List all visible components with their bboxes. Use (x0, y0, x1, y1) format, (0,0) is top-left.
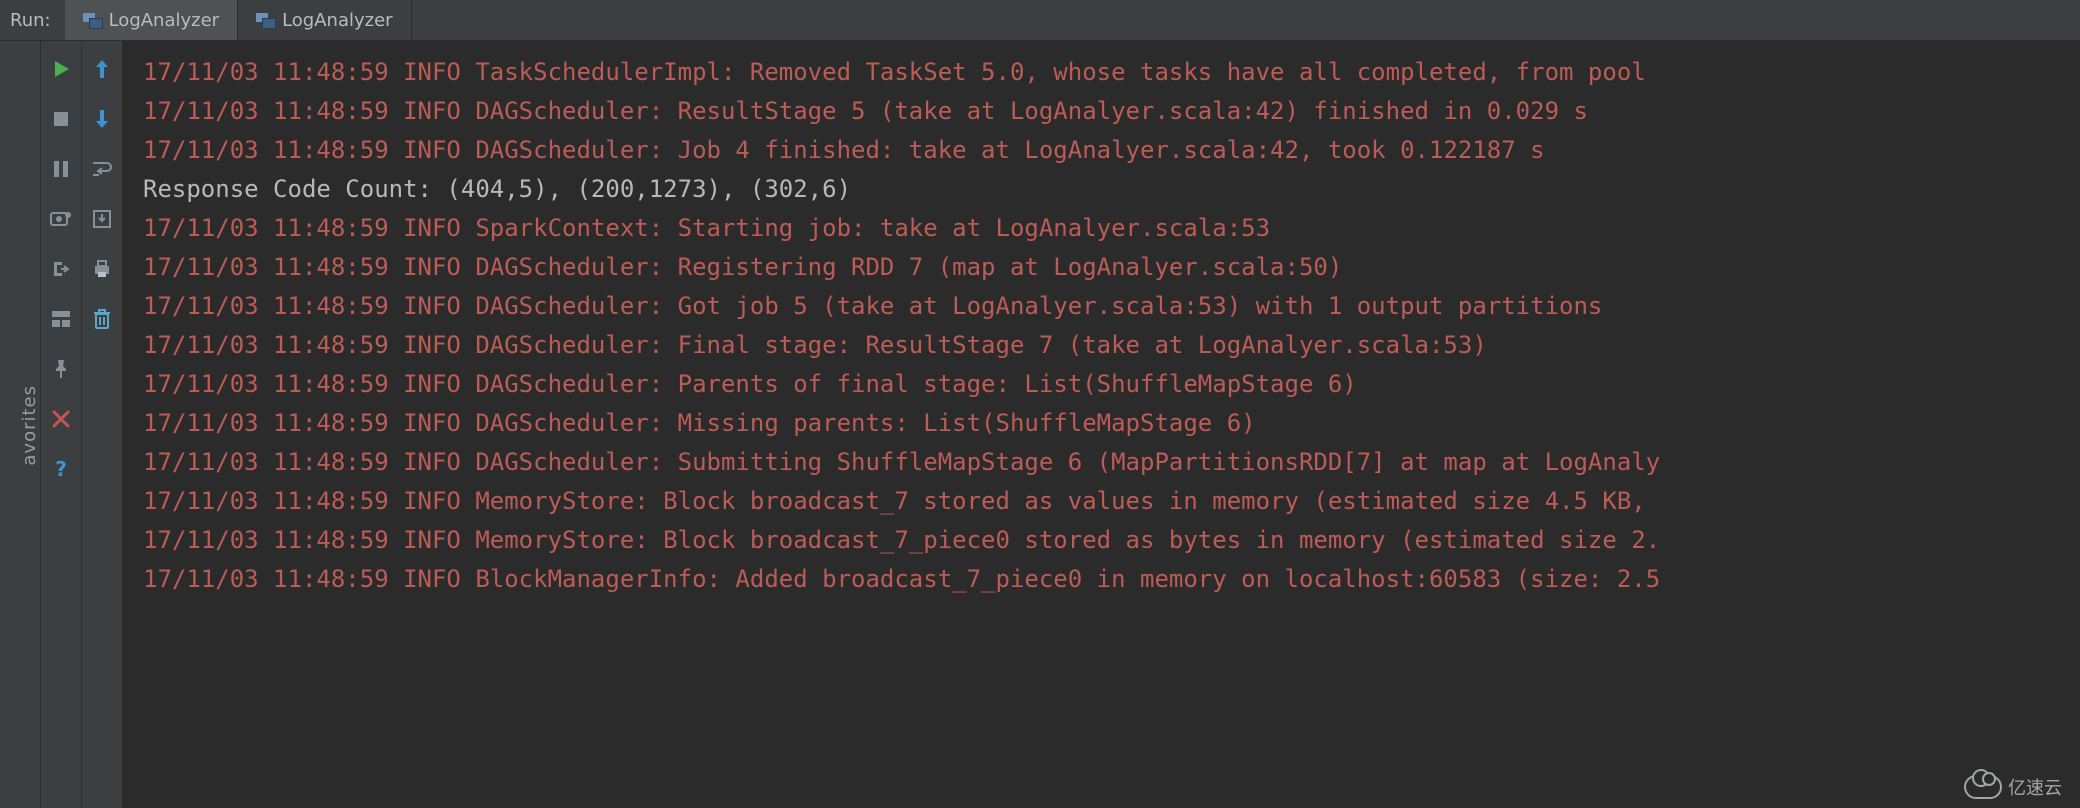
scroll-up-icon (93, 58, 111, 80)
run-tabbar: Run: LogAnalyzer LogAnalyzer (0, 0, 2080, 41)
run-label: Run: (0, 0, 65, 40)
clear-button[interactable] (88, 305, 116, 333)
soft-wrap-icon (91, 160, 113, 178)
layout-icon (51, 310, 71, 328)
rerun-button[interactable] (47, 55, 75, 83)
dump-threads-button[interactable] (47, 205, 75, 233)
pin-button[interactable] (47, 355, 75, 383)
log-line: 17/11/03 11:48:59 INFO DAGScheduler: Par… (143, 365, 2080, 404)
print-icon (92, 259, 112, 279)
scroll-down-icon (93, 108, 111, 130)
layout-button[interactable] (47, 305, 75, 333)
exit-button[interactable] (47, 255, 75, 283)
log-line: 17/11/03 11:48:59 INFO DAGScheduler: Got… (143, 287, 2080, 326)
watermark: 亿速云 (1964, 774, 2062, 800)
exit-icon (51, 259, 71, 279)
console-output[interactable]: 17/11/03 11:48:59 INFO TaskSchedulerImpl… (123, 41, 2080, 808)
side-tab-label: avorites (19, 385, 40, 466)
log-line: Response Code Count: (404,5), (200,1273)… (143, 170, 2080, 209)
log-line: 17/11/03 11:48:59 INFO TaskSchedulerImpl… (143, 53, 2080, 92)
svg-text:?: ? (55, 458, 67, 480)
log-line: 17/11/03 11:48:59 INFO DAGScheduler: Reg… (143, 248, 2080, 287)
toolbar-gutters: ? (41, 41, 123, 808)
toolbar-col-2 (82, 41, 123, 808)
watermark-text: 亿速云 (2008, 774, 2062, 800)
application-icon (256, 13, 274, 27)
run-body: avorites (0, 41, 2080, 808)
log-line: 17/11/03 11:48:59 INFO DAGScheduler: Sub… (143, 443, 2080, 482)
scroll-end-icon (92, 209, 112, 229)
pin-icon (52, 359, 70, 379)
print-button[interactable] (88, 255, 116, 283)
up-trace-button[interactable] (88, 55, 116, 83)
stop-icon (52, 110, 70, 128)
log-line: 17/11/03 11:48:59 INFO DAGScheduler: Job… (143, 131, 2080, 170)
log-line: 17/11/03 11:48:59 INFO MemoryStore: Bloc… (143, 521, 2080, 560)
side-tab-favorites[interactable]: avorites (0, 41, 41, 808)
clear-icon (93, 308, 111, 330)
tab-label: LogAnalyzer (109, 10, 219, 31)
dump-icon (50, 210, 72, 228)
log-line: 17/11/03 11:48:59 INFO DAGScheduler: Fin… (143, 326, 2080, 365)
toolbar-col-1: ? (41, 41, 82, 808)
tab-loganalyzer-1[interactable]: LogAnalyzer (65, 0, 238, 40)
pause-icon (52, 160, 70, 178)
log-line: 17/11/03 11:48:59 INFO DAGScheduler: Res… (143, 92, 2080, 131)
log-line: 17/11/03 11:48:59 INFO DAGScheduler: Mis… (143, 404, 2080, 443)
tab-label: LogAnalyzer (282, 10, 392, 31)
tab-loganalyzer-2[interactable]: LogAnalyzer (238, 0, 411, 40)
scroll-end-button[interactable] (88, 205, 116, 233)
help-button[interactable]: ? (47, 455, 75, 483)
close-button[interactable] (47, 405, 75, 433)
log-line: 17/11/03 11:48:59 INFO MemoryStore: Bloc… (143, 482, 2080, 521)
pause-button[interactable] (47, 155, 75, 183)
close-icon (52, 410, 70, 428)
rerun-icon (51, 59, 71, 79)
log-line: 17/11/03 11:48:59 INFO BlockManagerInfo:… (143, 560, 2080, 599)
cloud-icon (1964, 775, 2002, 799)
stop-button[interactable] (47, 105, 75, 133)
log-line: 17/11/03 11:48:59 INFO SparkContext: Sta… (143, 209, 2080, 248)
application-icon (83, 13, 101, 27)
help-icon: ? (52, 458, 70, 480)
down-trace-button[interactable] (88, 105, 116, 133)
soft-wrap-button[interactable] (88, 155, 116, 183)
